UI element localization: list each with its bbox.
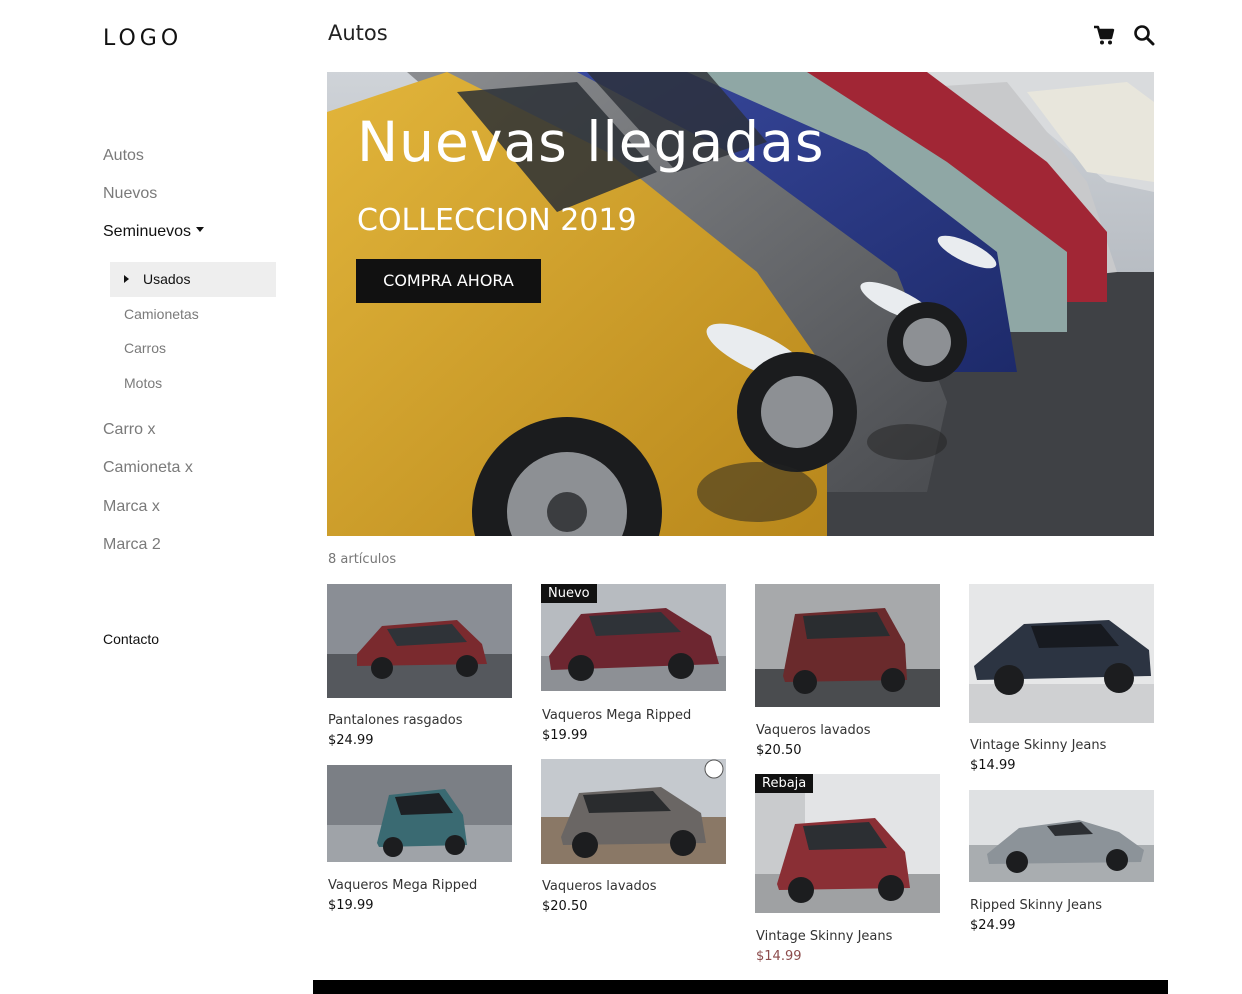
cart-icon[interactable] (1093, 24, 1115, 46)
subnav-item-camionetas[interactable]: Camionetas (124, 306, 199, 322)
product-price: $14.99 (756, 949, 802, 964)
new-badge: Nuevo (541, 584, 597, 603)
product-price: $20.50 (756, 743, 802, 758)
product-name[interactable]: Vaqueros Mega Ripped (542, 708, 691, 723)
nav-item-marca-2[interactable]: Marca 2 (103, 536, 161, 554)
nav-item-carro-x[interactable]: Carro x (103, 421, 155, 439)
product-image[interactable] (541, 759, 726, 864)
product-image[interactable]: Nuevo (541, 584, 726, 691)
product-name[interactable]: Pantalones rasgados (328, 713, 463, 728)
nav-item-marca-x[interactable]: Marca x (103, 498, 160, 516)
chevron-down-icon (196, 227, 205, 233)
product-image[interactable] (969, 790, 1154, 882)
nav-item-seminuevos[interactable]: Seminuevos (103, 223, 205, 241)
subnav-item-label: Usados (143, 271, 191, 287)
product-price: $24.99 (970, 918, 1016, 933)
nav-item-nuevos[interactable]: Nuevos (103, 185, 157, 203)
product-image[interactable]: Rebaja (755, 774, 940, 913)
hero-title: Nuevas llegadas (357, 110, 825, 174)
search-icon[interactable] (1133, 24, 1155, 46)
hero-subtitle: COLLECCION 2019 (357, 203, 637, 238)
shop-now-button[interactable]: COMPRA AHORA (356, 259, 541, 303)
page-title: Autos (328, 21, 388, 45)
product-price: $24.99 (328, 733, 374, 748)
hero-banner: Nuevas llegadas COLLECCION 2019 COMPRA A… (327, 72, 1154, 536)
nav-item-autos[interactable]: Autos (103, 147, 144, 165)
product-name[interactable]: Vintage Skinny Jeans (756, 929, 892, 944)
sale-badge: Rebaja (755, 774, 814, 793)
product-image[interactable] (327, 765, 512, 862)
logo[interactable]: LOGO (103, 26, 182, 51)
product-price: $19.99 (328, 898, 374, 913)
subnav-item-usados[interactable]: Usados (110, 262, 276, 297)
subnav-item-motos[interactable]: Motos (124, 375, 162, 391)
product-image[interactable] (755, 584, 940, 707)
product-name[interactable]: Vaqueros lavados (542, 879, 656, 894)
item-count: 8 artículos (328, 552, 397, 567)
footer-bar (313, 980, 1168, 994)
product-price: $14.99 (970, 758, 1016, 773)
chevron-right-icon (124, 275, 129, 283)
product-price: $20.50 (542, 899, 588, 914)
product-image[interactable] (969, 584, 1154, 723)
nav-item-camioneta-x[interactable]: Camioneta x (103, 459, 193, 477)
nav-item-contacto[interactable]: Contacto (103, 631, 159, 647)
product-image[interactable] (327, 584, 512, 698)
product-name[interactable]: Vaqueros lavados (756, 723, 870, 738)
product-name[interactable]: Vintage Skinny Jeans (970, 738, 1106, 753)
product-name[interactable]: Ripped Skinny Jeans (970, 898, 1102, 913)
nav-item-seminuevos-label: Seminuevos (103, 223, 192, 240)
product-name[interactable]: Vaqueros Mega Ripped (328, 878, 477, 893)
subnav-item-carros[interactable]: Carros (124, 340, 166, 356)
product-price: $19.99 (542, 728, 588, 743)
